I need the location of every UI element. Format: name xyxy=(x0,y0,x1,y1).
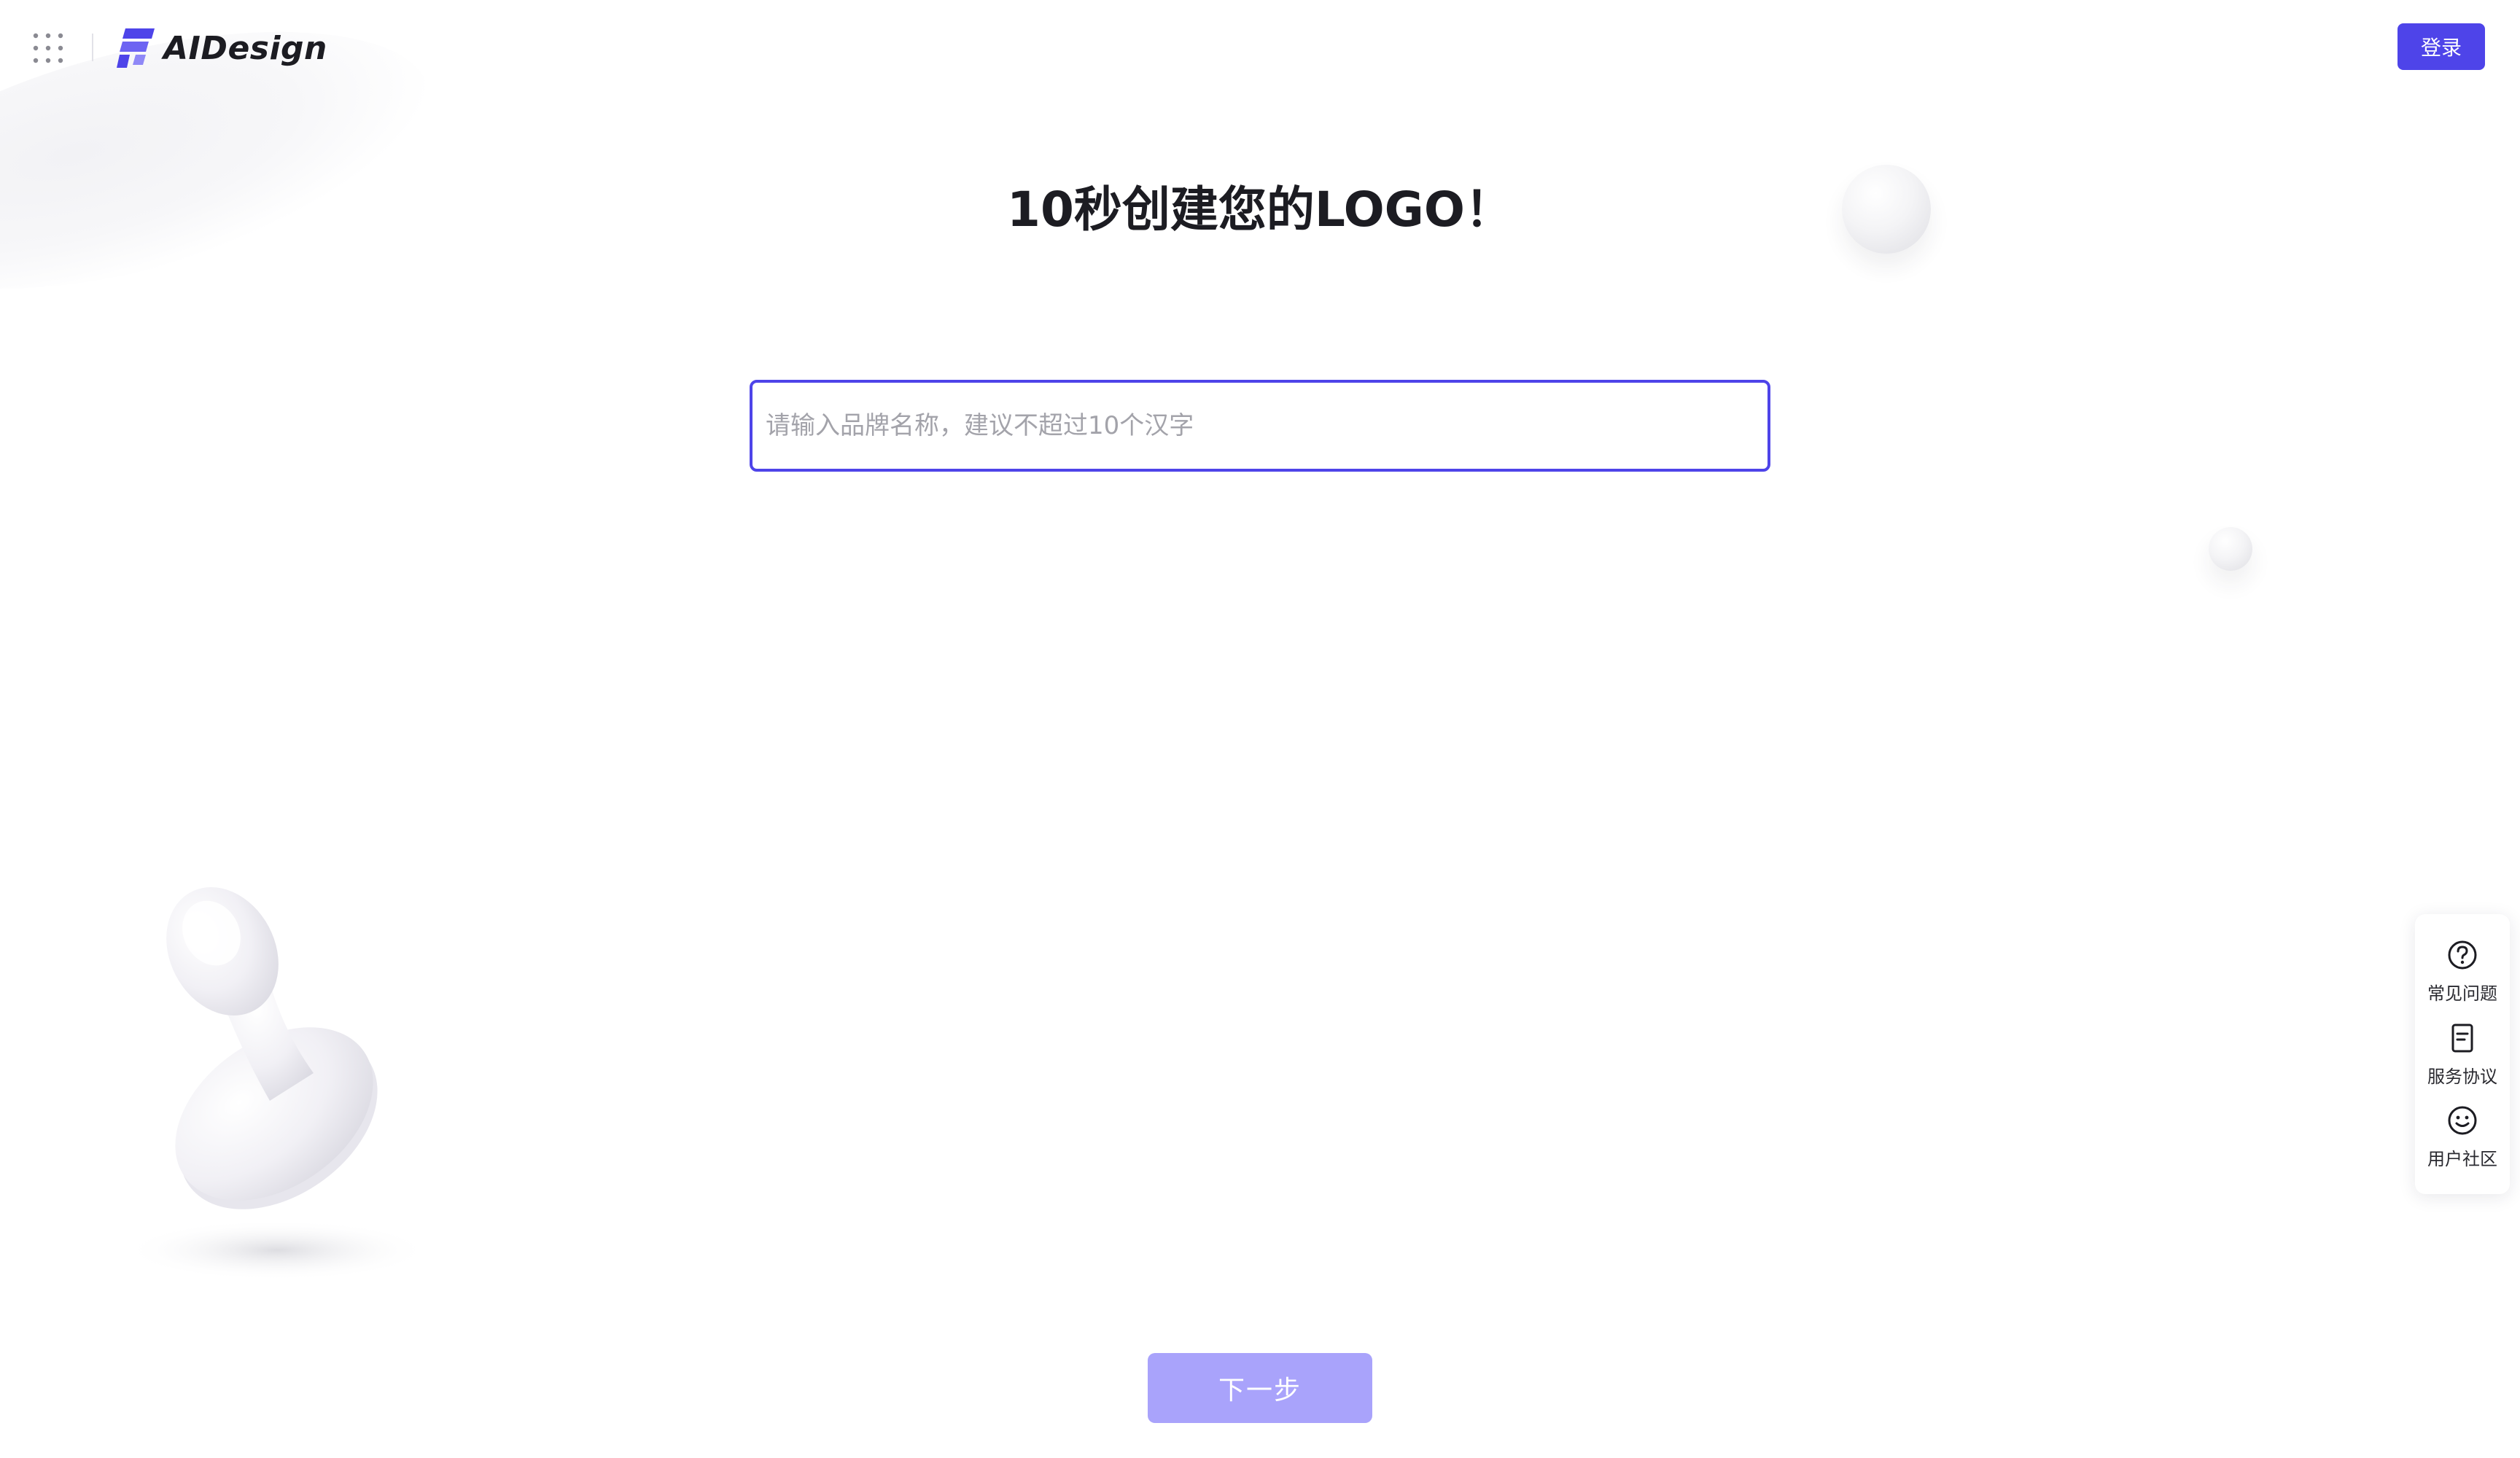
decorative-sphere-small xyxy=(2209,527,2252,571)
apps-grid-icon[interactable] xyxy=(32,32,64,64)
smile-icon xyxy=(2448,1106,2477,1135)
side-item-faq[interactable]: 常见问题 xyxy=(2427,938,2497,1005)
top-header: AIDesign 登录 xyxy=(0,0,2520,93)
side-item-label: 用户社区 xyxy=(2427,1149,2497,1170)
page-title: 10秒创建您的LOGO！ xyxy=(1007,182,1513,238)
side-item-service-agreement[interactable]: 服务协议 xyxy=(2427,1021,2497,1088)
brand-name: AIDesign xyxy=(163,29,327,67)
side-item-label: 常见问题 xyxy=(2427,983,2497,1004)
stamp-illustration xyxy=(124,887,430,1281)
aidesign-logo-mark-icon xyxy=(117,28,155,68)
brand-logo[interactable]: AIDesign xyxy=(117,26,327,70)
document-icon xyxy=(2451,1024,2473,1052)
side-item-label: 服务协议 xyxy=(2427,1066,2497,1087)
side-help-panel: 常见问题 服务协议 用户社区 xyxy=(2415,914,2510,1194)
side-item-community[interactable]: 用户社区 xyxy=(2427,1104,2497,1170)
next-step-button[interactable]: 下一步 xyxy=(1148,1353,1372,1423)
login-button[interactable]: 登录 xyxy=(2398,23,2485,70)
header-divider xyxy=(92,34,93,61)
question-circle-icon xyxy=(2448,940,2477,970)
brand-name-input[interactable] xyxy=(750,380,1770,472)
